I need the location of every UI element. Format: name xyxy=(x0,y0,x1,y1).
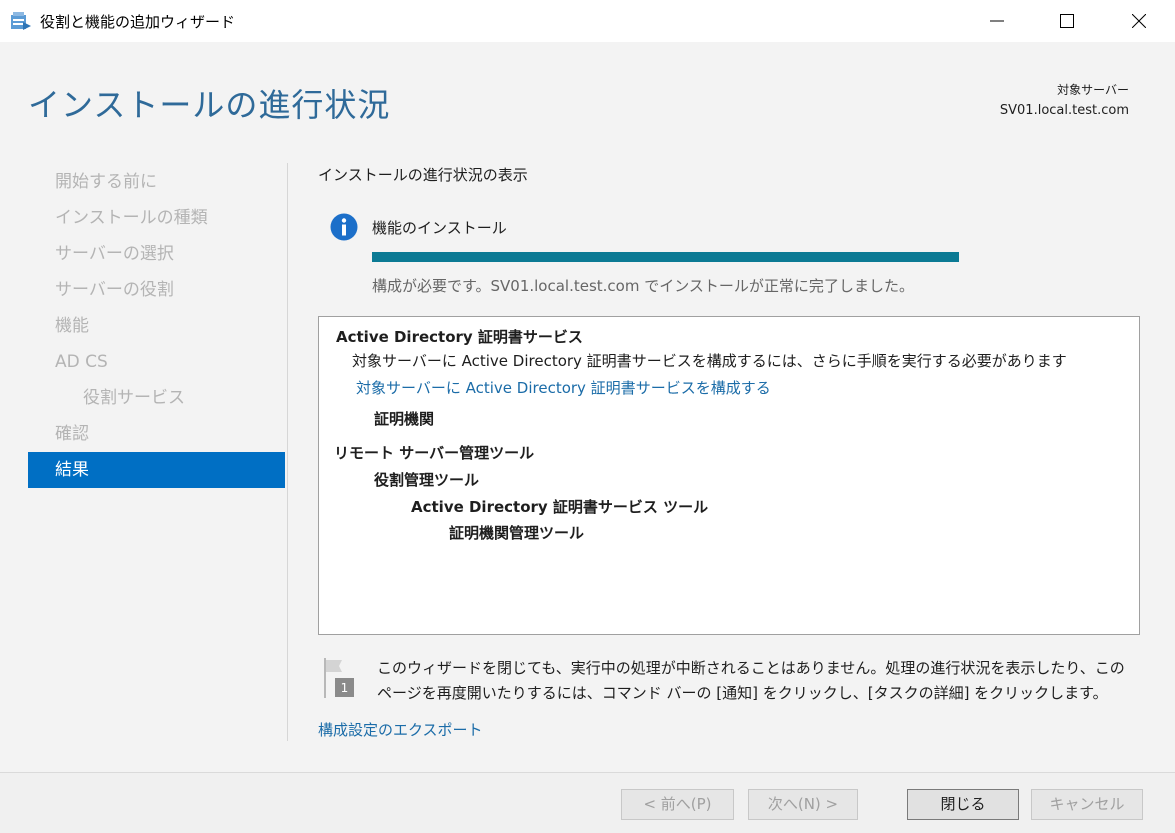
result-ad-cs: Active Directory 証明書サービス xyxy=(336,328,583,346)
install-status-text: 構成が必要です。SV01.local.test.com でインストールが正常に完… xyxy=(372,277,914,295)
server-manager-wizard-icon xyxy=(10,11,32,31)
maximize-button[interactable] xyxy=(1044,0,1090,42)
nav-step-confirmation: 確認 xyxy=(55,424,89,444)
previous-button[interactable]: < 前へ(P) xyxy=(621,789,734,820)
result-rsat: リモート サーバー管理ツール xyxy=(334,444,535,462)
result-config-required-message: 対象サーバーに Active Directory 証明書サービスを構成するには、… xyxy=(352,352,1067,370)
next-button[interactable]: 次へ(N) > xyxy=(748,789,858,820)
close-window-button[interactable] xyxy=(1116,0,1162,42)
nav-step-server-roles: サーバーの役割 xyxy=(55,280,174,300)
info-icon xyxy=(330,213,358,241)
nav-step-results[interactable]: 結果 xyxy=(28,452,285,488)
result-role-admin-tools: 役割管理ツール xyxy=(374,471,480,489)
maximize-icon xyxy=(1060,14,1074,28)
notification-badge: 1 xyxy=(341,681,349,695)
minimize-button[interactable] xyxy=(974,0,1020,42)
install-progress-fill xyxy=(372,252,959,262)
section-label: インストールの進行状況の表示 xyxy=(318,166,528,184)
target-server-value: SV01.local.test.com xyxy=(999,103,1129,118)
notification-hint-text: このウィザードを閉じても、実行中の処理が中断されることはありません。処理の進行状… xyxy=(377,659,1125,702)
feature-install-title: 機能のインストール xyxy=(372,219,507,237)
target-server-label: 対象サーバー xyxy=(1057,83,1129,97)
wizard-steps-nav: 開始する前に インストールの種類 サーバーの選択 サーバーの役割 機能 AD C… xyxy=(28,164,285,488)
nav-step-ad-cs: AD CS xyxy=(55,352,108,372)
nav-step-features: 機能 xyxy=(55,316,89,336)
nav-step-before-you-begin: 開始する前に xyxy=(55,172,157,192)
nav-step-server-selection: サーバーの選択 xyxy=(55,244,174,264)
close-icon xyxy=(1132,14,1146,28)
notification-flag-icon: 1 xyxy=(322,656,358,700)
install-progress-bar xyxy=(372,252,959,262)
result-certification-authority: 証明機関 xyxy=(374,410,435,428)
result-ca-management-tools: 証明機関管理ツール xyxy=(449,524,585,542)
results-list[interactable]: Active Directory 証明書サービス 対象サーバーに Active … xyxy=(318,316,1140,635)
configure-ad-cs-link[interactable]: 対象サーバーに Active Directory 証明書サービスを構成する xyxy=(356,377,771,398)
nav-divider xyxy=(287,163,288,741)
window-title: 役割と機能の追加ウィザード xyxy=(40,13,236,31)
close-button[interactable]: 閉じる xyxy=(907,789,1019,820)
title-bar[interactable]: 役割と機能の追加ウィザード xyxy=(0,0,1175,42)
page-title: インストールの進行状況 xyxy=(28,86,391,124)
nav-step-role-services: 役割サービス xyxy=(83,388,185,408)
nav-step-installation-type: インストールの種類 xyxy=(55,208,208,228)
minimize-icon xyxy=(990,20,1004,22)
cancel-button[interactable]: キャンセル xyxy=(1031,789,1143,820)
export-config-link[interactable]: 構成設定のエクスポート xyxy=(318,719,483,740)
result-ad-cs-tools: Active Directory 証明書サービス ツール xyxy=(411,498,709,516)
